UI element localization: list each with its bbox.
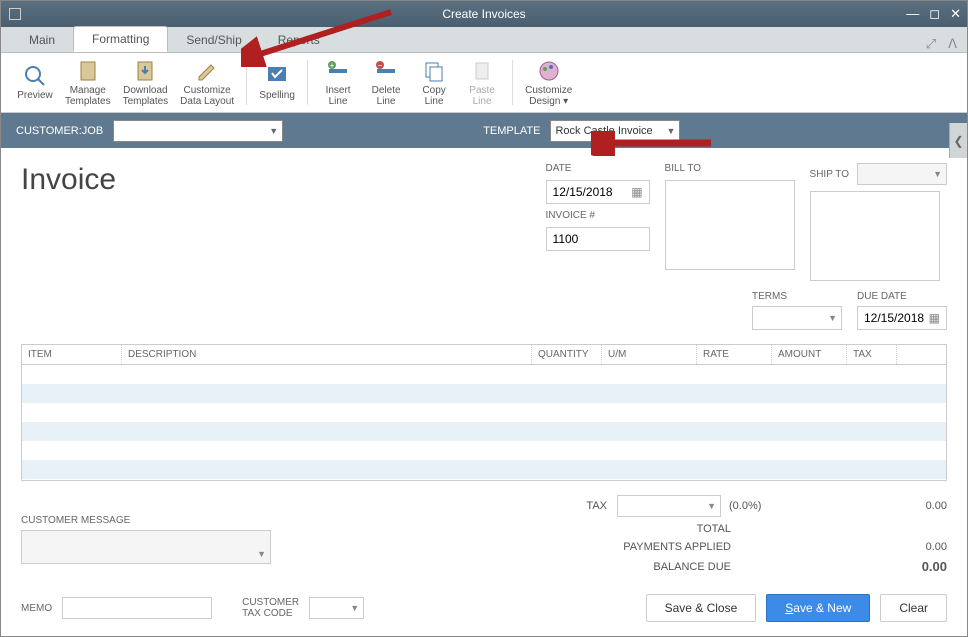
ribbon-tabs: Main Formatting Send/Ship Reports ⤢ ᐱ	[1, 27, 967, 53]
col-item: ITEM	[22, 345, 122, 364]
due-date-input[interactable]: 12/15/2018▦	[857, 306, 947, 330]
calendar-icon[interactable]: ▦	[631, 185, 642, 199]
balance-due-amount: 0.00	[887, 559, 947, 574]
manage-templates-button[interactable]: Manage Templates	[59, 57, 117, 109]
ribbon: Preview Manage Templates Download Templa…	[1, 53, 967, 113]
expand-icon[interactable]: ⤢	[926, 36, 936, 52]
customer-job-dropdown[interactable]: ▼	[113, 120, 283, 142]
terms-label: TERMS	[752, 291, 842, 302]
customize-data-layout-button[interactable]: Customize Data Layout	[174, 57, 240, 109]
tax-dropdown[interactable]: ▼	[617, 495, 721, 517]
terms-dropdown[interactable]: ▼	[752, 306, 842, 330]
minimize-icon[interactable]: —	[906, 6, 919, 22]
customer-template-bar: CUSTOMER:JOB ▼ TEMPLATE Rock Castle Invo…	[1, 113, 967, 148]
pencil-icon	[195, 59, 219, 83]
document-icon	[76, 59, 100, 83]
clear-button[interactable]: Clear	[880, 594, 947, 622]
copy-icon	[422, 59, 446, 83]
preview-icon	[23, 64, 47, 88]
copy-line-button[interactable]: Copy Line	[410, 57, 458, 109]
annotation-arrow	[241, 7, 401, 67]
save-new-button[interactable]: Save & New	[766, 594, 870, 622]
customer-message-label: CUSTOMER MESSAGE	[21, 515, 457, 526]
table-row[interactable]	[22, 460, 946, 479]
chevron-down-icon: ▼	[350, 603, 359, 613]
save-close-button[interactable]: Save & Close	[646, 594, 757, 622]
table-row[interactable]	[22, 384, 946, 403]
table-row[interactable]	[22, 441, 946, 460]
col-um: U/M	[602, 345, 697, 364]
preview-button[interactable]: Preview	[11, 62, 59, 103]
chevron-down-icon: ▼	[707, 501, 716, 511]
ship-to-dropdown[interactable]: ▼	[857, 163, 947, 185]
maximize-icon[interactable]: ◻	[929, 6, 940, 22]
template-label: TEMPLATE	[483, 125, 540, 137]
table-row[interactable]	[22, 365, 946, 384]
payments-applied-label: PAYMENTS APPLIED	[611, 541, 741, 553]
tab-main[interactable]: Main	[11, 28, 73, 52]
memo-label: MEMO	[21, 603, 52, 614]
memo-input[interactable]	[62, 597, 212, 619]
titlebar: Create Invoices — ◻ ✕	[1, 1, 967, 27]
ship-to-textarea[interactable]	[810, 191, 940, 281]
col-tax: TAX	[847, 345, 897, 364]
line-items-grid: ITEM DESCRIPTION QUANTITY U/M RATE AMOUN…	[21, 344, 947, 481]
history-panel-toggle[interactable]: ❮	[949, 123, 967, 158]
col-description: DESCRIPTION	[122, 345, 532, 364]
total-label: TOTAL	[611, 523, 741, 535]
paste-line-button: Paste Line	[458, 57, 506, 109]
chevron-left-icon: ❮	[953, 134, 963, 148]
tax-label: TAX	[487, 500, 617, 512]
invoice-no-label: INVOICE #	[546, 210, 650, 221]
customer-tax-code-dropdown[interactable]: ▼	[309, 597, 364, 619]
chevron-down-icon: ▼	[828, 313, 837, 323]
balance-due-label: BALANCE DUE	[611, 561, 741, 573]
grid-body[interactable]	[22, 365, 946, 480]
table-row[interactable]	[22, 422, 946, 441]
spelling-button[interactable]: Spelling	[253, 62, 301, 103]
download-icon	[133, 59, 157, 83]
invoice-no-input[interactable]	[546, 227, 650, 251]
tax-amount: 0.00	[887, 500, 947, 512]
close-icon[interactable]: ✕	[950, 6, 961, 22]
invoice-form: Invoice DATE 12/15/2018▦ INVOICE # BILL …	[1, 148, 967, 637]
collapse-ribbon-icon[interactable]: ᐱ	[948, 36, 957, 52]
customer-tax-code-label: CUSTOMER TAX CODE	[242, 597, 299, 619]
tax-percent: (0.0%)	[729, 500, 761, 512]
customer-job-label: CUSTOMER:JOB	[16, 125, 103, 137]
annotation-arrow	[591, 131, 721, 156]
chevron-down-icon: ▼	[257, 549, 266, 559]
table-row[interactable]	[22, 403, 946, 422]
window-title: Create Invoices	[442, 7, 525, 21]
bill-to-textarea[interactable]	[665, 180, 795, 270]
palette-icon	[537, 59, 561, 83]
col-amount: AMOUNT	[772, 345, 847, 364]
spellcheck-icon	[265, 64, 289, 88]
chevron-down-icon: ▼	[269, 126, 278, 136]
tab-formatting[interactable]: Formatting	[73, 26, 168, 52]
paste-icon	[470, 59, 494, 83]
customize-design-button[interactable]: Customize Design ▾	[519, 57, 578, 109]
date-input[interactable]: 12/15/2018▦	[546, 180, 650, 204]
ship-to-label: SHIP TO	[810, 169, 849, 180]
payments-applied-amount: 0.00	[887, 541, 947, 553]
chevron-down-icon: ▼	[933, 169, 942, 179]
window-icon	[9, 8, 21, 20]
invoice-title: Invoice	[21, 163, 546, 281]
date-label: DATE	[546, 163, 650, 174]
col-quantity: QUANTITY	[532, 345, 602, 364]
calendar-icon[interactable]: ▦	[929, 311, 940, 325]
download-templates-button[interactable]: Download Templates	[117, 57, 175, 109]
due-date-label: DUE DATE	[857, 291, 947, 302]
customer-message-dropdown[interactable]: ▼	[21, 530, 271, 564]
bill-to-label: BILL TO	[665, 163, 795, 174]
col-rate: RATE	[697, 345, 772, 364]
